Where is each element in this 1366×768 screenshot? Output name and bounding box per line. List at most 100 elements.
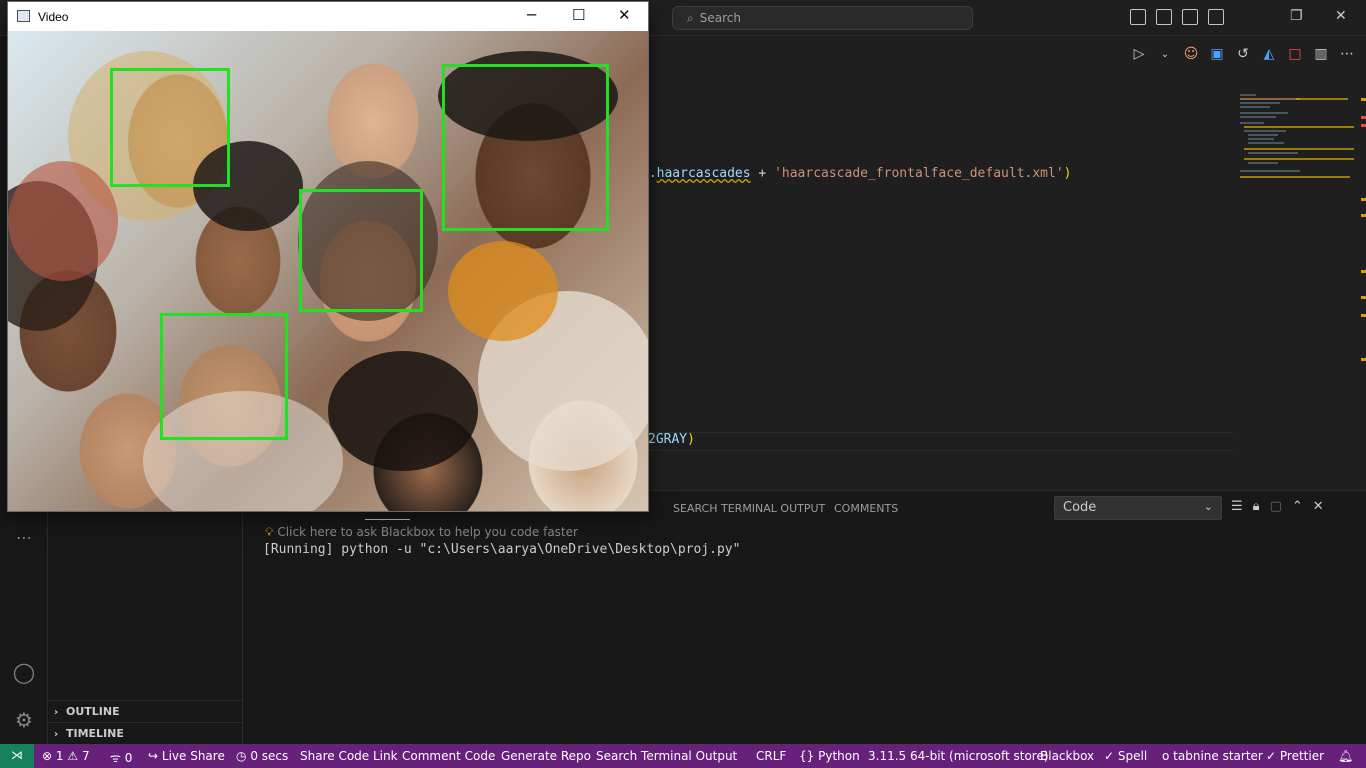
close-icon[interactable]: ✕ [1335, 8, 1347, 24]
comment-code-button[interactable]: Comment Code [402, 749, 495, 763]
bottom-panel: SEARCH TERMINAL OUTPUT COMMENTS Code ⌄ ☰… [243, 490, 1366, 744]
search-icon: ⌕ [687, 11, 694, 25]
double-check-icon: ✓ [1266, 749, 1277, 763]
timeline-label: TIMELINE [66, 727, 124, 740]
tabnine-icon: o [1162, 749, 1170, 763]
clock-icon: ◷ [236, 749, 247, 763]
gear-icon[interactable]: ⚙ [12, 708, 36, 732]
shirt-shape [448, 241, 558, 341]
eol-indicator[interactable]: CRLF [756, 749, 786, 763]
error-icon: ⊗ [42, 749, 53, 763]
prettier-button[interactable]: ✓ Prettier [1266, 749, 1324, 763]
share-code-link-button[interactable]: Share Code Link [300, 749, 398, 763]
warning-icon: ⚠ [67, 749, 79, 763]
outline-section-header[interactable]: › OUTLINE [48, 700, 243, 722]
tab-comments[interactable]: COMMENTS [834, 502, 898, 515]
maximize-panel-icon[interactable]: ⌃ [1292, 499, 1303, 514]
split-editor-icon[interactable]: ▥ [1312, 46, 1330, 62]
clear-output-icon[interactable]: ☰ [1231, 499, 1243, 514]
video-window-title: Video [38, 10, 69, 24]
ports-count: 0 [124, 751, 133, 765]
language-label: Python [818, 749, 860, 763]
face-detection-box [160, 313, 288, 440]
restore-icon[interactable]: ❐ [1290, 8, 1303, 24]
lightbulb-icon: 💡︎ [265, 525, 274, 539]
chevron-right-icon: › [54, 707, 59, 718]
generate-repo-button[interactable]: Generate Repo [501, 749, 591, 763]
ports-indicator[interactable]: ᯤ 0 [110, 749, 132, 766]
preview-icon[interactable]: ▣ [1208, 46, 1226, 62]
maximize-icon[interactable]: ☐ [572, 6, 585, 24]
lock-icon[interactable]: 🔒︎ [1253, 499, 1260, 514]
shirt-shape [8, 161, 118, 281]
spell-button[interactable]: ✓ Spell [1104, 749, 1147, 763]
close-icon[interactable]: ✕ [618, 6, 631, 24]
timeline-section-header[interactable]: › TIMELINE [48, 722, 243, 744]
search-terminal-output-button[interactable]: Search Terminal Output [596, 749, 737, 763]
face-detection-box [442, 64, 609, 231]
toggle-secondary-sidebar-icon[interactable] [1182, 9, 1198, 25]
problems-indicator[interactable]: ⊗ 1 ⚠ 7 [42, 749, 90, 763]
video-frame [8, 31, 648, 511]
timer-label: 0 secs [250, 749, 289, 763]
code-token: 'haarcascade_frontalface_default.xml' [774, 166, 1064, 181]
window-app-icon [17, 10, 30, 22]
language-mode[interactable]: {} Python [799, 749, 860, 763]
more-icon[interactable]: ⋯ [12, 528, 36, 552]
minimize-icon[interactable]: ─ [527, 6, 536, 24]
blackbox-hint[interactable]: 💡︎ Click here to ask Blackbox to help you… [265, 525, 578, 540]
prettier-label: Prettier [1279, 749, 1325, 763]
code-token: ) [687, 432, 695, 447]
live-share-button[interactable]: ↪ Live Share [148, 749, 225, 763]
stop-icon[interactable]: □ [1286, 46, 1304, 62]
video-window-titlebar[interactable]: Video ─ ☐ ✕ [8, 2, 648, 31]
tabnine-button[interactable]: o tabnine starter [1162, 749, 1263, 763]
chevron-down-icon[interactable]: ⌄ [1156, 49, 1174, 60]
close-panel-icon[interactable]: ✕ [1313, 499, 1324, 514]
live-share-icon: ↪ [148, 749, 159, 763]
video-window[interactable]: Video ─ ☐ ✕ [7, 1, 649, 512]
face-detection-box [110, 68, 230, 187]
customize-layout-icon[interactable] [1208, 9, 1224, 25]
output-line: [Running] python -u "c:\Users\aarya\OneD… [263, 542, 741, 557]
error-count: 1 [55, 749, 64, 763]
more-actions-icon[interactable]: ⋯ [1338, 46, 1356, 62]
toggle-primary-sidebar-icon[interactable] [1130, 9, 1146, 25]
warning-count: 7 [81, 749, 90, 763]
timer-indicator[interactable]: ◷ 0 secs [236, 749, 288, 763]
code-line-cascade: a.haarcascades + 'haarcascade_frontalfac… [641, 166, 1071, 181]
notifications-icon[interactable]: 🔔︎ [1338, 749, 1353, 763]
toggle-panel-icon[interactable] [1156, 9, 1172, 25]
code-token: + [750, 166, 775, 181]
spell-label: Spell [1117, 749, 1148, 763]
remote-indicator[interactable]: ⋊ [0, 744, 34, 768]
editor-actions: ▷ ⌄ ☺ ▣ ↺ ◭ □ ▥ ⋯ [1130, 44, 1356, 64]
overview-ruler[interactable] [1353, 88, 1366, 488]
copilot-icon[interactable]: ☺ [1182, 46, 1200, 62]
outline-label: OUTLINE [66, 705, 120, 718]
code-token: 2GRAY [648, 432, 688, 447]
blackbox-icon[interactable]: ◭ [1260, 46, 1278, 62]
tab-search-terminal-output[interactable]: SEARCH TERMINAL OUTPUT [673, 502, 825, 515]
code-token: ) [1063, 166, 1072, 181]
play-icon[interactable]: ▷ [1130, 46, 1148, 62]
active-tab-indicator [365, 519, 410, 520]
minimap[interactable] [1238, 90, 1354, 190]
timeline-icon[interactable]: ↺ [1234, 46, 1252, 62]
output-channel-value: Code [1063, 500, 1097, 515]
chevron-right-icon: › [54, 729, 59, 740]
python-interpreter[interactable]: 3.11.5 64-bit (microsoft store) [868, 749, 1049, 763]
live-share-label: Live Share [161, 749, 225, 763]
tabnine-label: tabnine starter [1173, 749, 1263, 763]
check-icon: ✓ [1104, 749, 1115, 763]
command-center-search[interactable]: ⌕ Search [672, 6, 973, 30]
output-channel-select[interactable]: Code ⌄ [1054, 496, 1222, 520]
account-icon[interactable]: ◯ [12, 660, 36, 684]
broadcast-icon: ᯤ [110, 751, 121, 765]
hint-text: Click here to ask Blackbox to help you c… [277, 525, 578, 539]
copy-icon[interactable]: ▢ [1270, 499, 1282, 514]
face-detection-box [299, 189, 423, 312]
blackbox-button[interactable]: Blackbox [1040, 749, 1094, 763]
remote-icon: ⋊ [11, 748, 23, 762]
chevron-down-icon: ⌄ [1203, 500, 1213, 513]
